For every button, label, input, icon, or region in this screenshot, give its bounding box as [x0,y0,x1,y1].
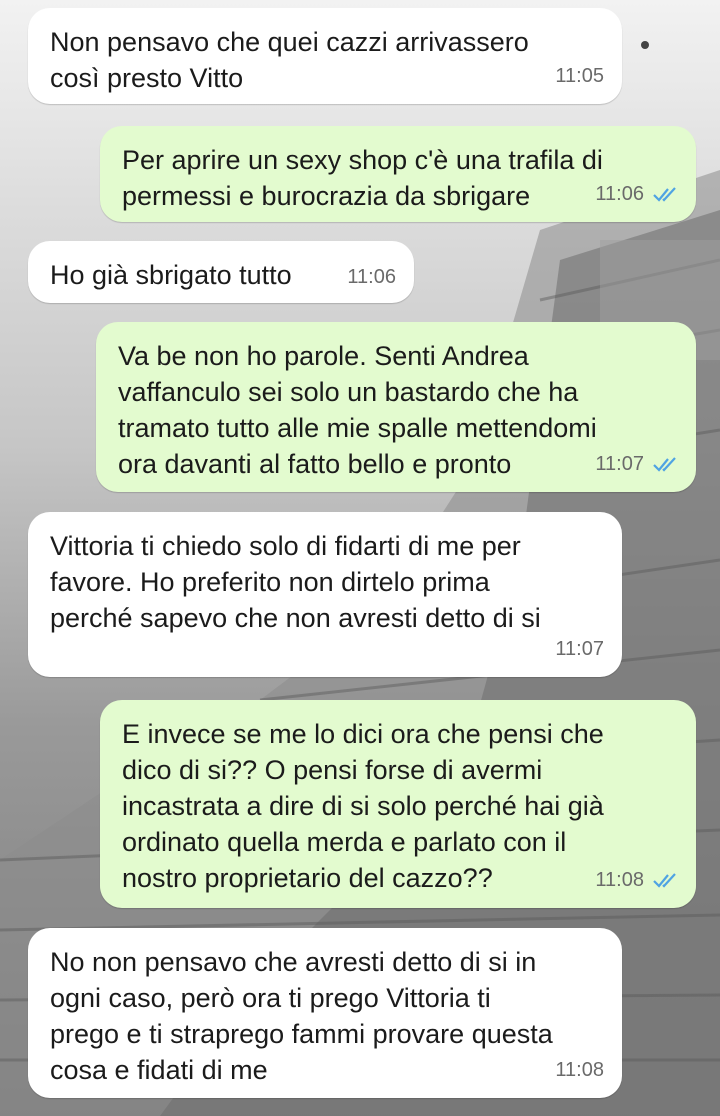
message-text: Va be non ho parole. Senti Andrea vaffan… [118,341,597,479]
message-text: Per aprire un sexy shop c'è una trafila … [122,145,603,211]
conversation: Non pensavo che quei cazzi arrivassero c… [0,0,720,1116]
message-text: E invece se me lo dici ora che pensi che… [122,719,604,893]
message-time: 11:08 [555,1059,604,1081]
message-time: 11:07 [555,638,604,660]
read-ticks-icon [652,872,680,888]
message-meta: 11:06 [347,259,396,295]
read-ticks-icon [652,456,680,472]
message-bubble-incoming[interactable]: No non pensavo che avresti detto di si i… [28,928,622,1098]
message-bubble-outgoing[interactable]: Va be non ho parole. Senti Andrea vaffan… [96,322,696,492]
message-text: Vittoria ti chiedo solo di fidarti di me… [50,531,541,633]
message-meta: 11:08 [555,1052,604,1088]
message-time: 11:05 [555,65,604,87]
message-meta: 11:06 [595,176,680,212]
message-time: 11:06 [347,266,396,288]
message-meta: 11:08 [595,862,680,898]
message-bubble-incoming[interactable]: Ho già sbrigato tutto 11:06 [28,241,414,303]
message-time: 11:06 [595,183,644,205]
message-time: 11:08 [595,869,644,891]
message-text: No non pensavo che avresti detto di si i… [50,947,553,1085]
message-bubble-incoming[interactable]: Vittoria ti chiedo solo di fidarti di me… [28,512,622,677]
message-meta: 11:07 [555,631,604,667]
message-text: Ho già sbrigato tutto [50,260,292,290]
message-bubble-outgoing[interactable]: E invece se me lo dici ora che pensi che… [100,700,696,908]
message-meta: 11:07 [595,446,680,482]
message-meta: 11:05 [555,58,604,94]
message-bubble-outgoing[interactable]: Per aprire un sexy shop c'è una trafila … [100,126,696,222]
message-text: Non pensavo che quei cazzi arrivassero c… [50,27,529,93]
message-time: 11:07 [595,453,644,475]
read-ticks-icon [652,186,680,202]
message-bubble-incoming[interactable]: Non pensavo che quei cazzi arrivassero c… [28,8,622,104]
